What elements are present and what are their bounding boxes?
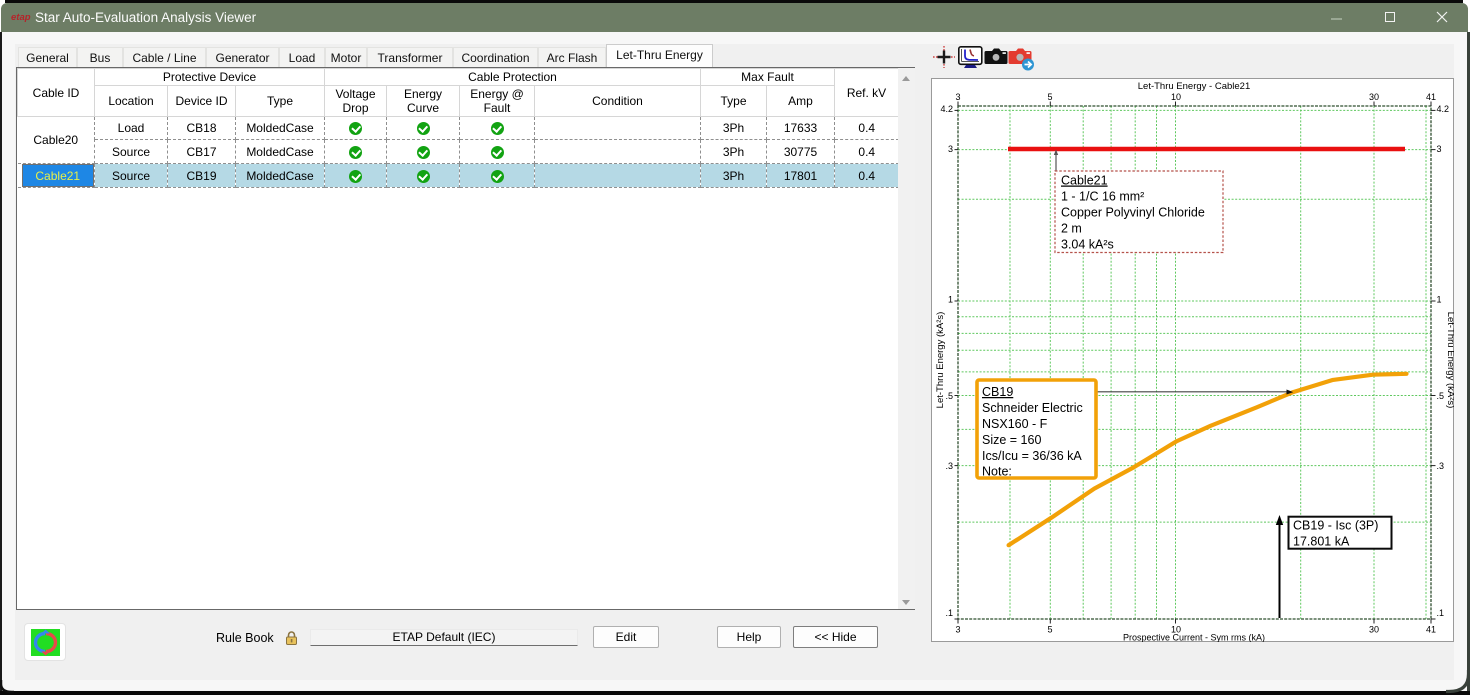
svg-text:2 m: 2 m: [1061, 222, 1082, 236]
svg-text:41: 41: [1426, 92, 1436, 102]
svg-text:Let-Thru Energy - Cable21: Let-Thru Energy - Cable21: [1138, 81, 1250, 92]
svg-text:5: 5: [1047, 92, 1052, 102]
svg-text:Size = 160: Size = 160: [982, 433, 1041, 447]
svg-text:4.2: 4.2: [1437, 104, 1450, 114]
svg-text:Prospective Current - Sym rms: Prospective Current - Sym rms (kA): [1123, 633, 1265, 643]
svg-text:30: 30: [1369, 625, 1379, 635]
svg-text:Note:: Note:: [982, 465, 1012, 479]
svg-text:Ics/Icu = 36/36 kA: Ics/Icu = 36/36 kA: [982, 449, 1082, 463]
svg-text:17.801 kA: 17.801 kA: [1293, 535, 1350, 549]
svg-text:Let-Thru Energy (kA²s): Let-Thru Energy (kA²s): [935, 312, 946, 409]
svg-text:.1: .1: [1437, 608, 1445, 618]
svg-text:CB19: CB19: [982, 385, 1013, 399]
svg-text:3: 3: [955, 92, 960, 102]
svg-text:30: 30: [1369, 92, 1379, 102]
svg-text:Let-Thru Energy (kA²s): Let-Thru Energy (kA²s): [1445, 312, 1454, 409]
svg-text:1: 1: [1437, 295, 1442, 305]
svg-text:1 - 1/C 16 mm²: 1 - 1/C 16 mm²: [1061, 190, 1144, 204]
svg-text:.1: .1: [945, 608, 953, 618]
svg-text:Schneider Electric: Schneider Electric: [982, 401, 1083, 415]
svg-text:5: 5: [1047, 625, 1052, 635]
svg-text:41: 41: [1426, 625, 1436, 635]
svg-text:3: 3: [1437, 144, 1442, 154]
svg-text:.5: .5: [1437, 391, 1445, 401]
svg-text:.3: .3: [945, 461, 953, 471]
svg-text:.5: .5: [945, 391, 953, 401]
svg-text:3: 3: [948, 144, 953, 154]
svg-text:.3: .3: [1437, 461, 1445, 471]
svg-text:3.04 kA²s: 3.04 kA²s: [1061, 238, 1114, 252]
svg-text:CB19 - Isc (3P): CB19 - Isc (3P): [1293, 519, 1378, 533]
svg-text:Cable21: Cable21: [1061, 174, 1108, 188]
svg-text:4.2: 4.2: [940, 104, 953, 114]
svg-text:NSX160 - F: NSX160 - F: [982, 417, 1048, 431]
svg-text:10: 10: [1171, 92, 1181, 102]
svg-text:1: 1: [948, 295, 953, 305]
svg-text:3: 3: [955, 625, 960, 635]
svg-text:Copper Polyvinyl Chloride: Copper Polyvinyl Chloride: [1061, 206, 1205, 220]
